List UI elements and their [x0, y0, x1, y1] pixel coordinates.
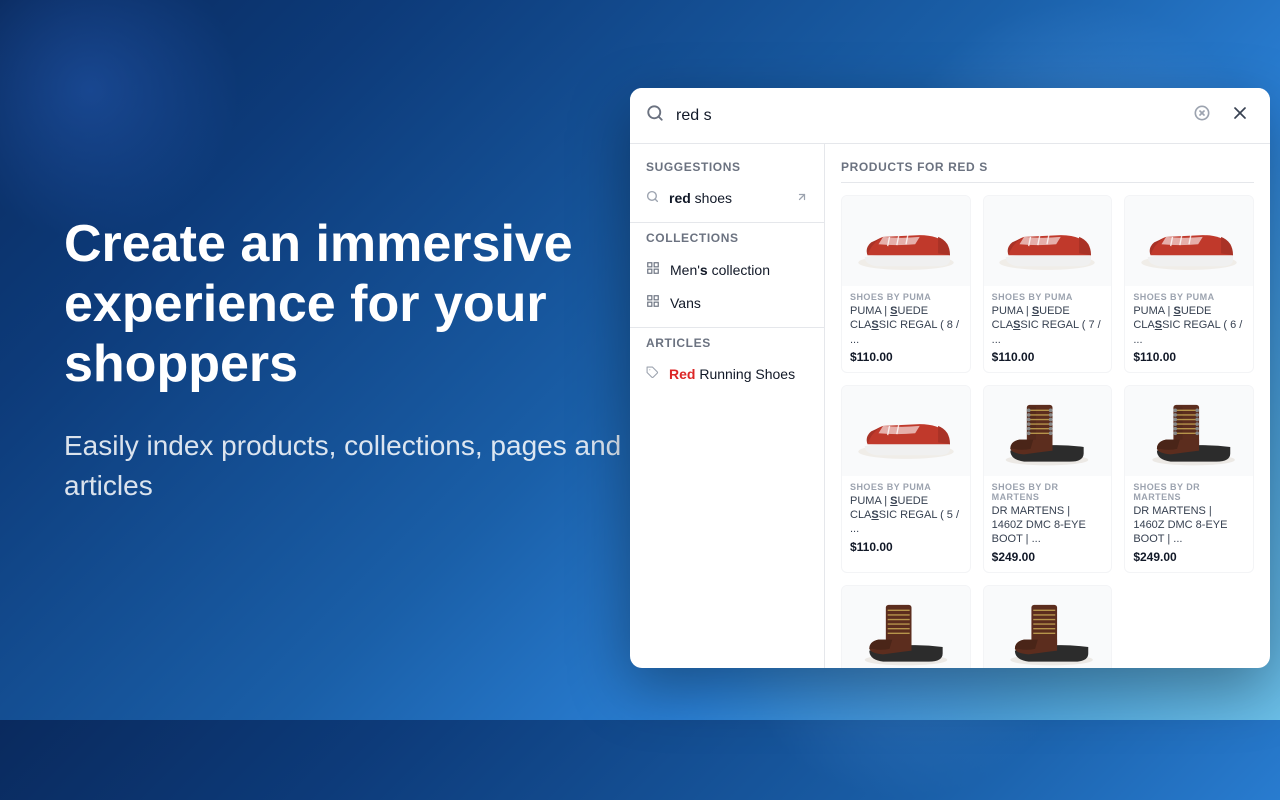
product-price-5: $249.00	[992, 550, 1104, 564]
product-brand-4: SHOES BY PUMA	[850, 482, 962, 492]
products-header: Products for red s	[841, 160, 1254, 183]
search-bar	[630, 88, 1270, 144]
dropdown-content: Suggestions red shoes	[630, 144, 1270, 668]
suggestion-item-red-shoes[interactable]: red shoes	[630, 182, 824, 214]
product-image-2	[984, 196, 1112, 286]
collection-mens-text: Men's collection	[670, 262, 770, 278]
product-image-3	[1125, 196, 1253, 286]
suggestions-panel: Suggestions red shoes	[630, 144, 825, 668]
search-icon	[646, 104, 664, 127]
product-card-1[interactable]: SHOES BY PUMA PUMA | SUEDE CLASSIC REGAL…	[841, 195, 971, 373]
collection-item-mens[interactable]: Men's collection	[630, 253, 824, 286]
suggestion-search-icon	[646, 190, 659, 206]
left-content-area: Create an immersive experience for your …	[64, 215, 624, 505]
product-info-3: SHOES BY PUMA PUMA | SUEDE CLASSIC REGAL…	[1125, 286, 1253, 372]
product-image-8	[984, 586, 1112, 668]
product-name-4: PUMA | SUEDE CLASSIC REGAL ( 5 / ...	[850, 494, 962, 537]
product-brand-1: SHOES BY PUMA	[850, 292, 962, 302]
products-panel: Products for red s	[825, 144, 1270, 668]
bg-blob-1	[0, 0, 240, 240]
product-info-1: SHOES BY PUMA PUMA | SUEDE CLASSIC REGAL…	[842, 286, 970, 372]
product-name-5: DR MARTENS | 1460Z DMC 8-EYE BOOT | ...	[992, 504, 1104, 547]
product-card-3[interactable]: SHOES BY PUMA PUMA | SUEDE CLASSIC REGAL…	[1124, 195, 1254, 373]
product-price-6: $249.00	[1133, 550, 1245, 564]
product-price-3: $110.00	[1133, 350, 1245, 364]
article-red-running-shoes-text: Red Running Shoes	[669, 366, 795, 382]
article-item-red-shoes[interactable]: Red Running Shoes	[630, 358, 824, 390]
collections-section-title: Collections	[630, 231, 824, 253]
product-card-7[interactable]: SHOES BY DR MARTENS DR MARTENS | 1460Z D…	[841, 585, 971, 668]
product-card-8[interactable]: SHOES BY DR MARTENS DR MARTENS | 1460Z D…	[983, 585, 1113, 668]
sub-text: Easily index products, collections, page…	[64, 427, 624, 505]
suggestion-arrow-icon	[796, 190, 808, 206]
product-name-3: PUMA | SUEDE CLASSIC REGAL ( 6 / ...	[1133, 304, 1245, 347]
search-clear-button[interactable]	[1190, 101, 1214, 130]
suggestion-text-red-shoes: red shoes	[669, 190, 732, 206]
product-price-2: $110.00	[992, 350, 1104, 364]
product-brand-2: SHOES BY PUMA	[992, 292, 1104, 302]
product-image-1	[842, 196, 970, 286]
suggestions-section-title: Suggestions	[630, 160, 824, 182]
search-close-button[interactable]	[1226, 99, 1254, 133]
collection-vans-text: Vans	[670, 295, 701, 311]
product-image-5	[984, 386, 1112, 476]
product-card-6[interactable]: SHOES BY DR MARTENS DR MARTENS | 1460Z D…	[1124, 385, 1254, 573]
divider-1	[630, 222, 824, 223]
product-info-6: SHOES BY DR MARTENS DR MARTENS | 1460Z D…	[1125, 476, 1253, 572]
product-info-4: SHOES BY PUMA PUMA | SUEDE CLASSIC REGAL…	[842, 476, 970, 562]
product-card-2[interactable]: SHOES BY PUMA PUMA | SUEDE CLASSIC REGAL…	[983, 195, 1113, 373]
product-info-5: SHOES BY DR MARTENS DR MARTENS | 1460Z D…	[984, 476, 1112, 572]
product-image-7	[842, 586, 970, 668]
main-headline: Create an immersive experience for your …	[64, 215, 624, 394]
article-tag-icon	[646, 366, 659, 382]
product-image-4	[842, 386, 970, 476]
search-modal: Suggestions red shoes	[630, 88, 1270, 668]
collection-item-vans[interactable]: Vans	[630, 286, 824, 319]
collection-grid-icon-2	[646, 294, 660, 311]
products-grid: SHOES BY PUMA PUMA | SUEDE CLASSIC REGAL…	[841, 195, 1254, 668]
product-info-2: SHOES BY PUMA PUMA | SUEDE CLASSIC REGAL…	[984, 286, 1112, 372]
product-brand-6: SHOES BY DR MARTENS	[1133, 482, 1245, 502]
product-name-6: DR MARTENS | 1460Z DMC 8-EYE BOOT | ...	[1133, 504, 1245, 547]
product-image-6	[1125, 386, 1253, 476]
product-brand-3: SHOES BY PUMA	[1133, 292, 1245, 302]
search-input[interactable]	[676, 107, 1190, 125]
product-name-2: PUMA | SUEDE CLASSIC REGAL ( 7 / ...	[992, 304, 1104, 347]
divider-2	[630, 327, 824, 328]
product-card-5[interactable]: SHOES BY DR MARTENS DR MARTENS | 1460Z D…	[983, 385, 1113, 573]
articles-section-title: Articles	[630, 336, 824, 358]
product-price-1: $110.00	[850, 350, 962, 364]
product-name-1: PUMA | SUEDE CLASSIC REGAL ( 8 / ...	[850, 304, 962, 347]
collection-grid-icon	[646, 261, 660, 278]
product-brand-5: SHOES BY DR MARTENS	[992, 482, 1104, 502]
product-card-4[interactable]: SHOES BY PUMA PUMA | SUEDE CLASSIC REGAL…	[841, 385, 971, 573]
product-price-4: $110.00	[850, 540, 962, 554]
